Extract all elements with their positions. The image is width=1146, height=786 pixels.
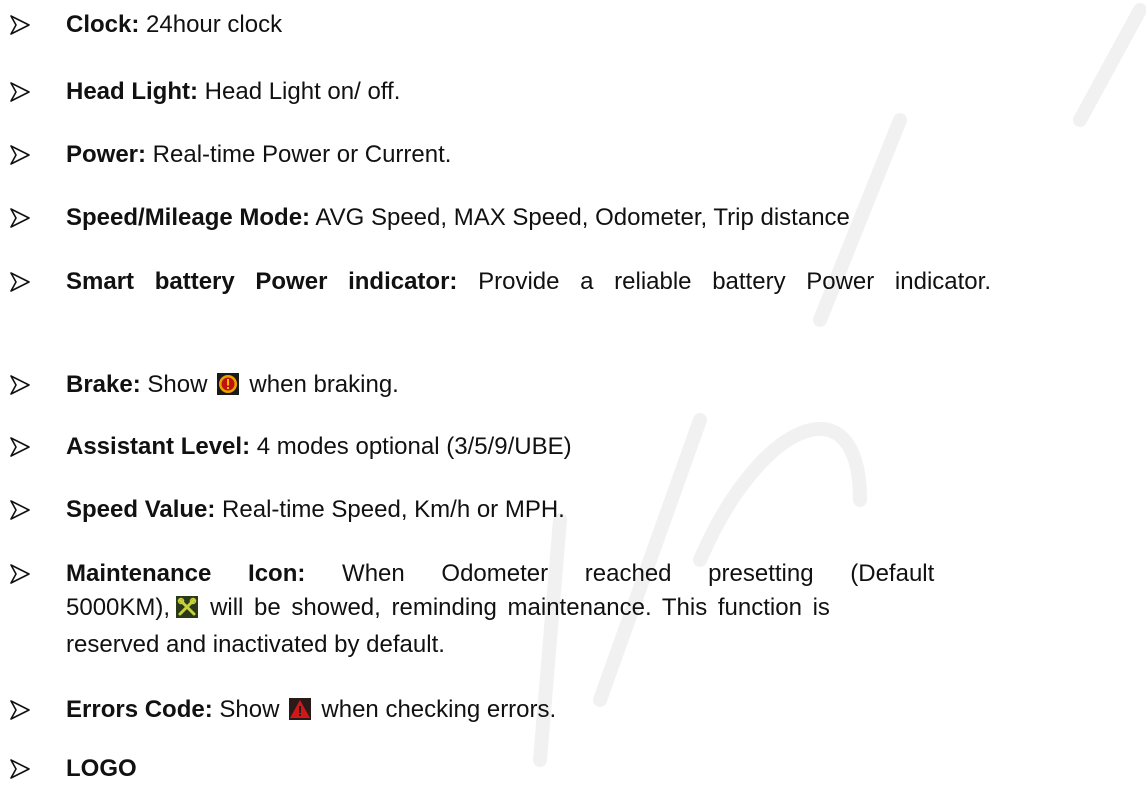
- arrow-bullet-icon: [10, 693, 30, 727]
- item-description: AVG Speed, MAX Speed, Odometer, Trip dis…: [310, 204, 850, 231]
- item-label: Brake:: [66, 371, 141, 398]
- item-description: Show: [140, 371, 208, 398]
- item-description: Provide a reliable battery Power indicat…: [457, 268, 991, 295]
- item-description: Show: [212, 696, 280, 723]
- list-item-text: Assistant Level: 4 modes optional (3/5/9…: [66, 430, 1106, 464]
- item-label: Power:: [66, 141, 147, 168]
- item-label: Head Light:: [66, 78, 198, 105]
- brake-warning-icon: [217, 371, 240, 405]
- item-label: Assistant Level:: [66, 433, 251, 460]
- list-item-text: LOGO: [66, 752, 1106, 786]
- arrow-bullet-icon: [10, 493, 30, 527]
- item-label: Clock:: [66, 11, 140, 38]
- arrow-bullet-icon: [10, 368, 30, 402]
- list-item-text: Maintenance Icon: When Odometer reached …: [66, 557, 1106, 662]
- arrow-bullet-icon: [10, 265, 30, 299]
- item-label: Errors Code:: [66, 696, 213, 723]
- arrow-bullet-icon: [10, 430, 30, 464]
- arrow-bullet-icon: [10, 752, 30, 786]
- error-warning-triangle-icon: [289, 696, 312, 730]
- arrow-bullet-icon: [10, 75, 30, 109]
- list-item-text: Smart battery Power indicator: Provide a…: [66, 265, 1106, 299]
- list-item-text: Speed Value: Real-time Speed, Km/h or MP…: [66, 493, 1106, 527]
- item-description: 4 modes optional (3/5/9/UBE): [250, 433, 572, 460]
- item-description-line2: 5000KM),: [66, 594, 171, 621]
- item-description: Head Light on/ off.: [198, 78, 401, 105]
- arrow-bullet-icon: [10, 138, 30, 172]
- arrow-bullet-icon: [10, 557, 30, 591]
- arrow-bullet-icon: [10, 8, 30, 42]
- wrench-maintenance-icon: [176, 594, 199, 628]
- item-description-line2-after: will be showed, reminding maintenance. T…: [210, 594, 830, 621]
- list-item-text: Brake: Show when braking.: [66, 368, 1106, 405]
- item-description: 24hour clock: [139, 11, 283, 38]
- item-description-line3: reserved and inactivated by default.: [66, 631, 445, 658]
- item-label: Speed Value:: [66, 496, 216, 523]
- item-description-after: when checking errors.: [321, 696, 557, 723]
- item-description: Real-time Speed, Km/h or MPH.: [215, 496, 565, 523]
- item-label: Speed/Mileage Mode:: [66, 204, 311, 231]
- item-label: Maintenance Icon:: [66, 560, 306, 587]
- list-item-text: Speed/Mileage Mode: AVG Speed, MAX Speed…: [66, 201, 1106, 235]
- item-description-after: when braking.: [249, 371, 399, 398]
- list-item-text: Head Light: Head Light on/ off.: [66, 75, 1106, 109]
- list-item-text: Power: Real-time Power or Current.: [66, 138, 1106, 172]
- arrow-bullet-icon: [10, 201, 30, 235]
- item-description: Real-time Power or Current.: [146, 141, 452, 168]
- list-item-text: Errors Code: Show when checking errors.: [66, 693, 1106, 730]
- list-item-text: Clock: 24hour clock: [66, 8, 1106, 42]
- item-label: LOGO: [66, 755, 137, 782]
- item-label: Smart battery Power indicator:: [66, 268, 458, 295]
- item-description: When Odometer reached presetting (Defaul…: [305, 560, 935, 587]
